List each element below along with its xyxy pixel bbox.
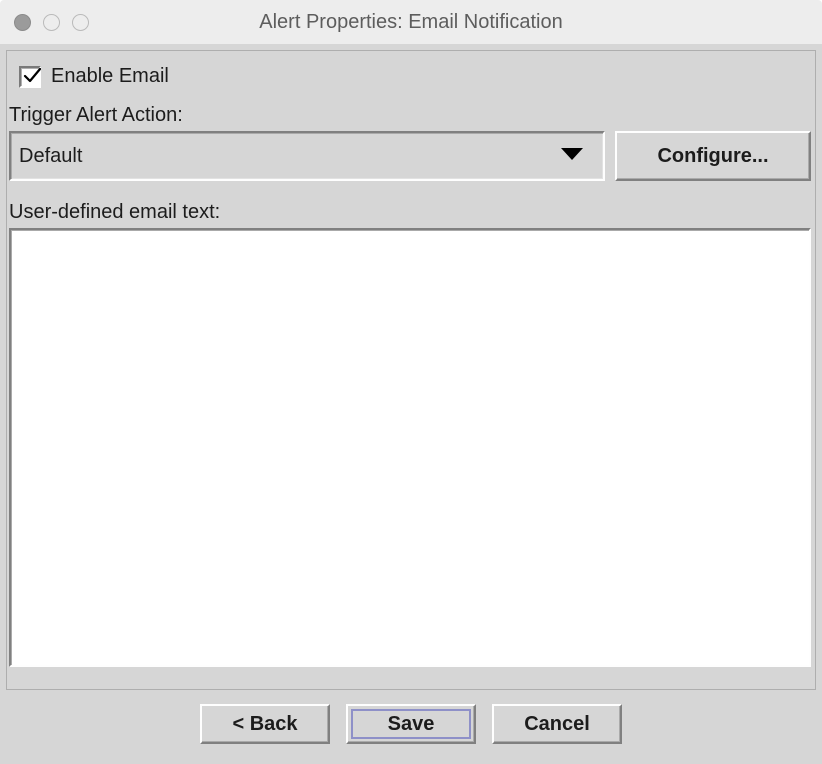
trigger-action-label: Trigger Alert Action: <box>9 104 803 127</box>
close-window-button[interactable] <box>14 14 31 31</box>
save-button-label: Save <box>388 713 435 736</box>
user-text-label: User-defined email text: <box>9 201 803 224</box>
cancel-button[interactable]: Cancel <box>492 704 622 744</box>
trigger-action-value: Default <box>19 145 82 168</box>
enable-email-checkbox[interactable] <box>19 66 41 88</box>
back-button[interactable]: < Back <box>200 704 330 744</box>
minimize-window-button[interactable] <box>43 14 60 31</box>
window-controls <box>14 14 89 31</box>
dialog-content: Enable Email Trigger Alert Action: Defau… <box>0 44 822 764</box>
dialog-footer: < Back Save Cancel <box>6 690 816 758</box>
configure-button[interactable]: Configure... <box>615 131 811 181</box>
enable-email-row: Enable Email <box>19 65 803 88</box>
checkmark-icon <box>23 67 41 85</box>
dialog-title: Alert Properties: Email Notification <box>0 11 822 34</box>
save-button[interactable]: Save <box>346 704 476 744</box>
form-group: Enable Email Trigger Alert Action: Defau… <box>6 50 816 690</box>
zoom-window-button[interactable] <box>72 14 89 31</box>
user-text-input[interactable] <box>9 228 811 667</box>
configure-button-label: Configure... <box>657 145 768 168</box>
chevron-down-icon <box>561 147 583 165</box>
trigger-row: Default Configure... <box>9 131 811 181</box>
cancel-button-label: Cancel <box>524 713 590 736</box>
back-button-label: < Back <box>232 713 297 736</box>
title-bar: Alert Properties: Email Notification <box>0 0 822 44</box>
dialog-window: Alert Properties: Email Notification Ena… <box>0 0 822 764</box>
trigger-action-combobox[interactable]: Default <box>9 131 605 181</box>
enable-email-label[interactable]: Enable Email <box>51 65 169 88</box>
